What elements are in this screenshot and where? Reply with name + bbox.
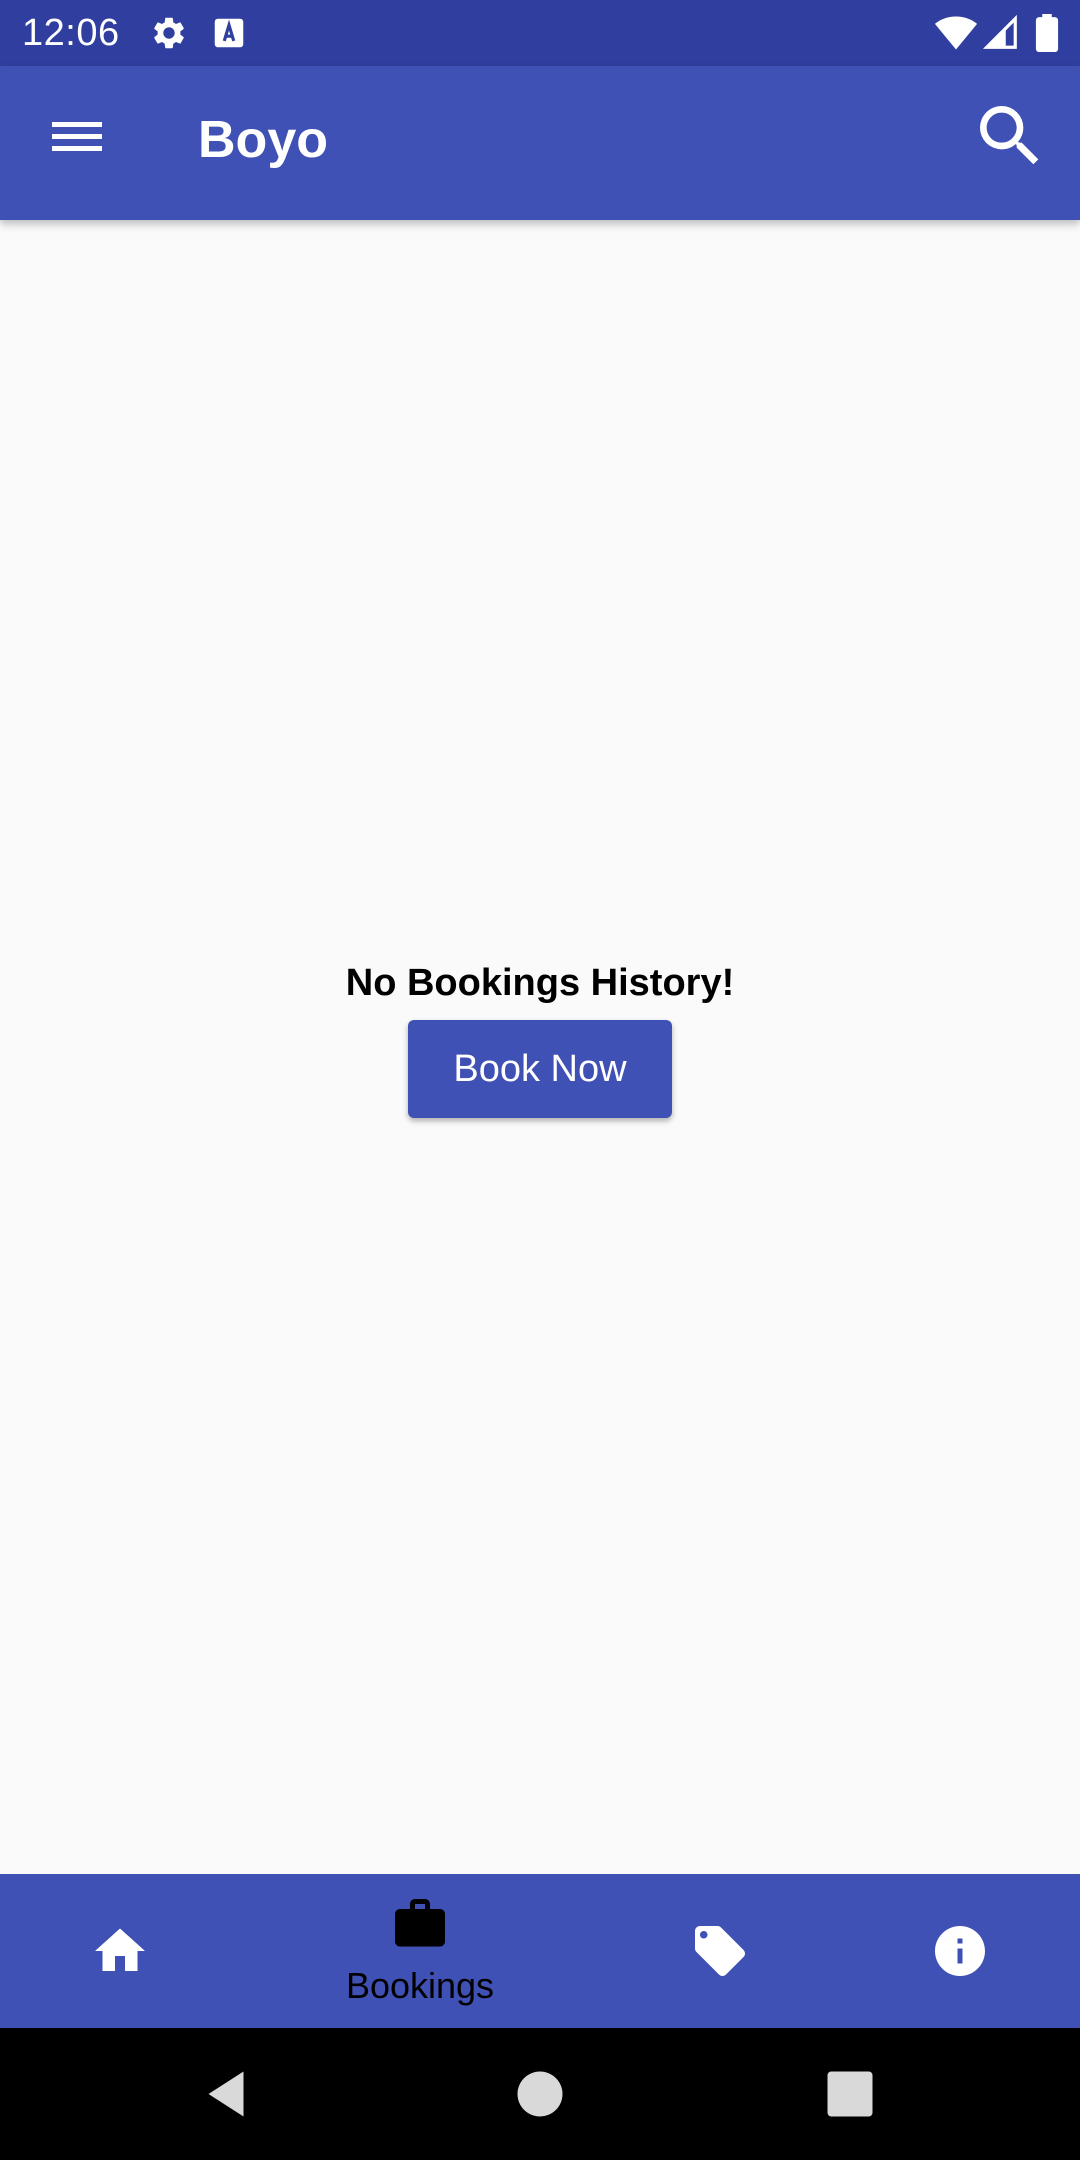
status-bar: 12:06 xyxy=(0,0,1080,66)
menu-button[interactable] xyxy=(37,96,117,176)
menu-icon xyxy=(52,122,102,151)
home-icon xyxy=(95,1928,145,1971)
signal-icon xyxy=(982,14,1020,52)
keyboard-a-icon xyxy=(210,14,248,52)
app-title: Boyo xyxy=(198,111,328,169)
tag-icon xyxy=(695,1926,745,1976)
app-bar: Boyo xyxy=(0,66,1080,220)
briefcase-icon xyxy=(395,1899,445,1947)
bottom-navigation: Bookings xyxy=(0,1874,1080,2028)
screen: 12:06 Boyo No Bookings History! Book Now… xyxy=(0,0,1080,2160)
home-circle-icon[interactable] xyxy=(510,2064,570,2124)
nav-item-bookings[interactable]: Bookings xyxy=(240,1874,600,2028)
nav-label-bookings: Bookings xyxy=(345,1965,495,2006)
search-button[interactable] xyxy=(970,96,1050,176)
back-icon[interactable] xyxy=(196,2064,256,2124)
recents-icon[interactable] xyxy=(820,2064,880,2124)
status-time: 12:06 xyxy=(22,12,120,54)
info-icon xyxy=(935,1926,985,1976)
settings-icon xyxy=(150,14,188,52)
battery-icon xyxy=(1034,14,1060,53)
bookings-content: No Bookings History! Book Now xyxy=(0,220,1080,1874)
nav-item-offers[interactable] xyxy=(600,1874,840,2028)
system-navigation-bar xyxy=(0,2028,1080,2160)
nav-item-home[interactable] xyxy=(0,1874,240,2028)
search-icon xyxy=(980,106,1039,165)
nav-item-info[interactable] xyxy=(840,1874,1080,2028)
empty-state-message: No Bookings History! xyxy=(345,962,735,1004)
wifi-icon xyxy=(934,14,978,52)
book-now-button[interactable]: Book Now xyxy=(408,1020,672,1118)
